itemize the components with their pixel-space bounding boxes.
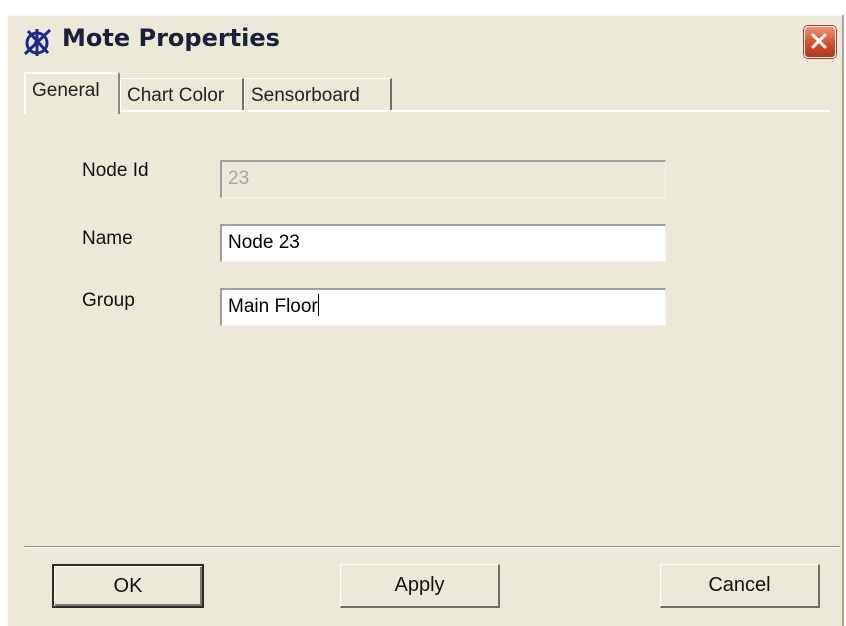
tab-general[interactable]: General <box>24 72 120 114</box>
general-tab-panel: Node Id 23 Name Node 23 Group Main Floor <box>24 110 830 540</box>
tab-general-label: General <box>32 80 100 101</box>
cancel-button-label: Cancel <box>708 574 771 596</box>
text-caret <box>317 294 319 316</box>
mote-properties-dialog: Mote Properties General Chart Color Sens… <box>6 14 844 626</box>
ok-button[interactable]: OK <box>52 564 204 608</box>
tab-chart-color-label: Chart Color <box>127 85 225 106</box>
name-field[interactable]: Node 23 <box>220 224 666 262</box>
node-id-label: Node Id <box>82 160 149 181</box>
node-id-field: 23 <box>220 160 666 198</box>
close-icon <box>811 33 827 49</box>
name-value: Node 23 <box>228 232 300 253</box>
title-bar[interactable]: Mote Properties <box>8 16 842 68</box>
mote-app-icon <box>22 26 54 58</box>
group-label: Group <box>82 290 135 311</box>
ok-button-label: OK <box>113 575 143 597</box>
window-title: Mote Properties <box>62 24 280 52</box>
close-button[interactable] <box>804 26 836 58</box>
node-id-value: 23 <box>228 168 250 189</box>
group-value: Main Floor <box>228 296 318 317</box>
tab-sensorboard-label: Sensorboard <box>251 85 360 106</box>
group-field[interactable]: Main Floor <box>220 288 666 326</box>
apply-button-label: Apply <box>394 574 445 596</box>
apply-button[interactable]: Apply <box>340 564 500 608</box>
footer-divider <box>24 546 840 548</box>
name-label: Name <box>82 228 133 249</box>
cancel-button[interactable]: Cancel <box>660 564 820 608</box>
tab-chart-color[interactable]: Chart Color <box>120 78 244 112</box>
tab-sensorboard[interactable]: Sensorboard <box>244 78 392 112</box>
